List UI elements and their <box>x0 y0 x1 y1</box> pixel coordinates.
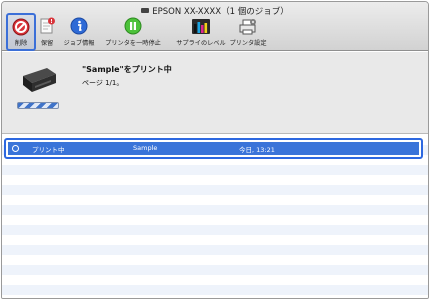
printer-settings-button[interactable]: プリンタ設定 <box>229 15 267 49</box>
printer-image-icon <box>20 62 58 100</box>
job-page-status: ページ 1/1。 <box>82 79 124 87</box>
hold-icon <box>38 17 56 39</box>
job-list: プリント中 Sample 今日, 13:21 <box>2 135 428 298</box>
current-job-panel: "Sample"をプリント中 ページ 1/1。 <box>2 52 428 134</box>
job-document-cell: Sample <box>133 144 158 152</box>
job-status-cell: プリント中 <box>32 146 65 154</box>
job-time-cell: 今日, 13:21 <box>239 146 275 154</box>
info-icon <box>70 17 88 39</box>
print-progress-bar <box>17 102 59 109</box>
job-status-icon <box>12 145 19 152</box>
printer-settings-icon <box>238 17 258 39</box>
table-row-selection: プリント中 Sample 今日, 13:21 <box>8 142 419 155</box>
toolbar: EPSON XX-XXXX（1 個のジョブ） 削除 保留 ジョブ情報 プリンタを… <box>2 2 428 51</box>
pause-printer-label: プリンタを一時停止 <box>105 40 161 47</box>
print-queue-window: EPSON XX-XXXX（1 個のジョブ） 削除 保留 ジョブ情報 プリンタを… <box>1 1 429 299</box>
pause-icon <box>124 17 142 39</box>
table-row[interactable]: プリント中 Sample 今日, 13:21 <box>4 138 423 159</box>
window-title-text: EPSON XX-XXXX（1 個のジョブ） <box>152 7 289 17</box>
job-title: "Sample"をプリント中 <box>82 65 172 74</box>
ink-levels-icon <box>191 17 211 39</box>
printer-settings-label: プリンタ設定 <box>229 40 267 47</box>
delete-icon <box>12 18 30 40</box>
job-info-button[interactable]: ジョブ情報 <box>62 15 96 49</box>
pause-printer-button[interactable]: プリンタを一時停止 <box>105 15 161 49</box>
printer-icon <box>141 8 150 13</box>
